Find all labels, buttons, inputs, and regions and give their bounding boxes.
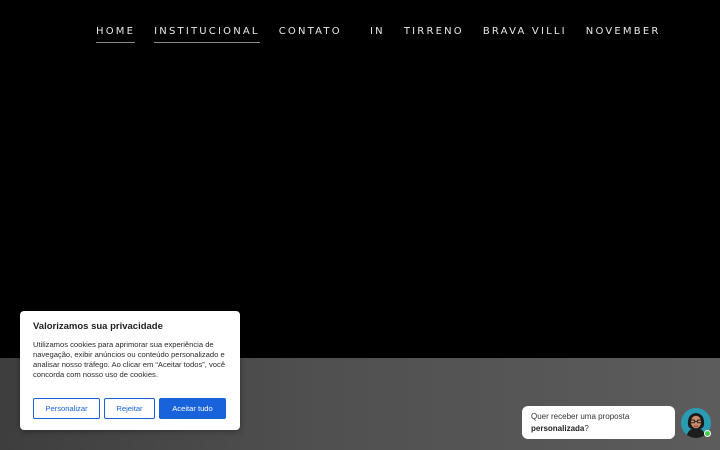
chat-prompt-bubble[interactable]: Quer receber uma proposta personalizada?: [522, 406, 675, 439]
nav-tirreno[interactable]: TIRRENO: [404, 26, 464, 42]
cookie-description: Utilizamos cookies para aprimorar sua ex…: [33, 340, 226, 379]
cookie-title: Valorizamos sua privacidade: [33, 321, 163, 332]
nav-home[interactable]: HOME: [96, 26, 136, 43]
nav-brava-villi[interactable]: BRAVA VILLI: [483, 26, 567, 42]
main-nav-left: HOME INSTITUCIONAL CONTATO: [96, 26, 361, 43]
customize-button[interactable]: Personalizar: [33, 398, 100, 419]
chat-prompt-suffix: ?: [584, 424, 589, 433]
main-nav-right: IN TIRRENO BRAVA VILLI NOVEMBER: [370, 26, 680, 42]
cookie-consent-banner: Valorizamos sua privacidade Utilizamos c…: [20, 311, 240, 430]
chat-prompt-bold: personalizada: [531, 424, 585, 433]
reject-button[interactable]: Rejeitar: [104, 398, 155, 419]
accept-all-button[interactable]: Aceitar tudo: [159, 398, 226, 419]
hero-background: [0, 0, 720, 358]
nav-institucional[interactable]: INSTITUCIONAL: [154, 26, 260, 43]
online-status-icon: [704, 430, 711, 437]
nav-november[interactable]: NOVEMBER: [586, 26, 661, 42]
cookie-actions: Personalizar Rejeitar Aceitar tudo: [33, 398, 226, 419]
nav-contato[interactable]: CONTATO: [279, 26, 342, 43]
nav-in[interactable]: IN: [370, 26, 385, 42]
chat-prompt-text: Quer receber uma proposta: [531, 412, 630, 421]
